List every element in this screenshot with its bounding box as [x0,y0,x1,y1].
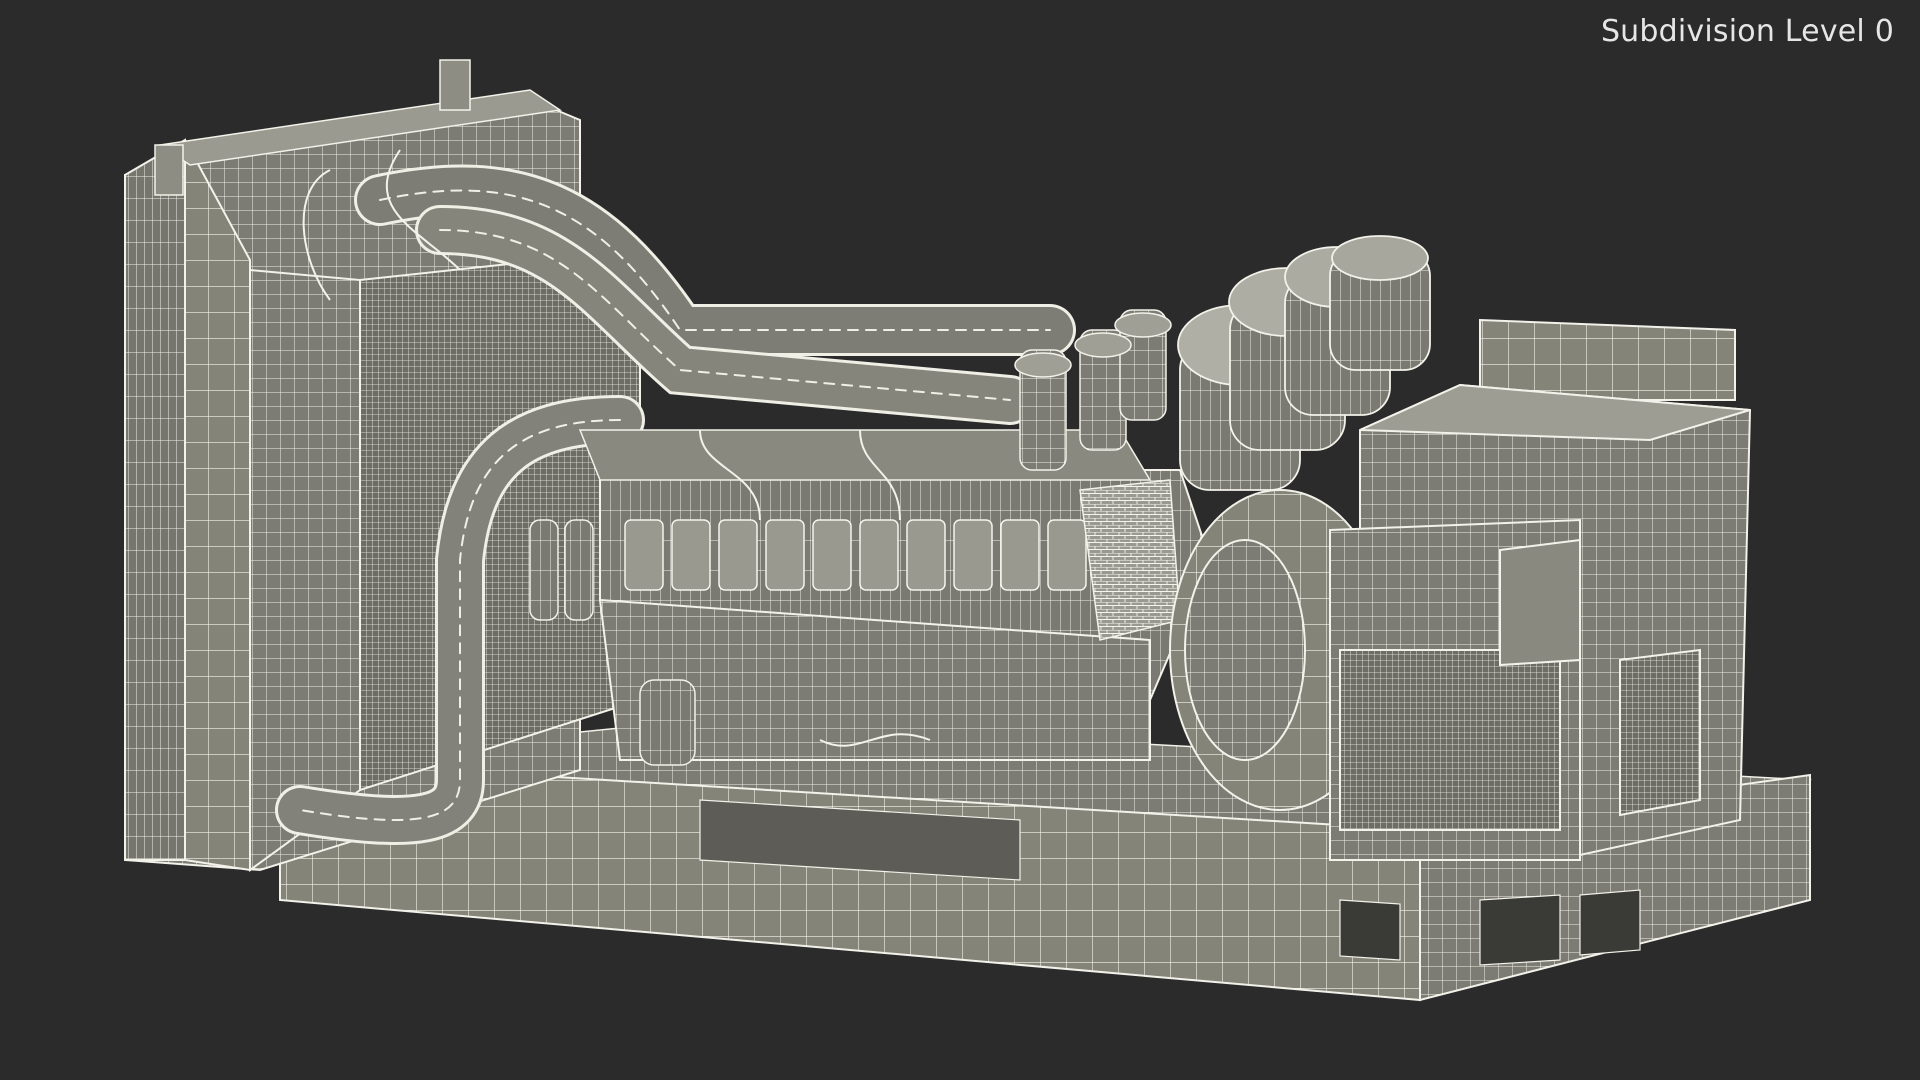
3d-viewport[interactable]: Subdivision Level 0 [0,0,1920,1080]
generator-wireframe-model [124,59,1812,1002]
viewport-overlay-label: Subdivision Level 0 [1600,14,1894,49]
